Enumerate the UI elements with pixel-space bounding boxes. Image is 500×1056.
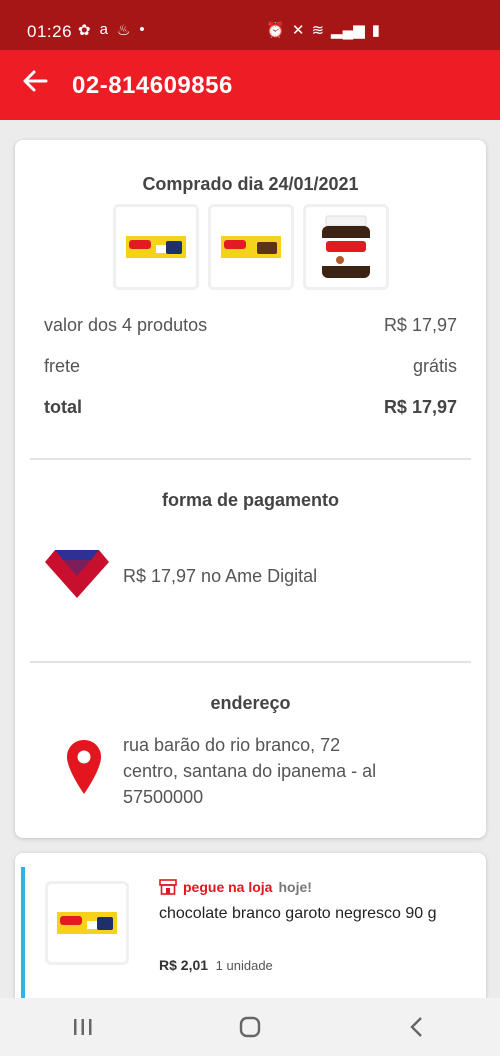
recent-apps-icon[interactable] [53, 1007, 113, 1047]
product-thumb-garoto-branco[interactable] [113, 204, 199, 290]
app-bar: 02-814609856 [0, 50, 500, 120]
home-icon[interactable] [220, 1007, 280, 1047]
shipping-label: frete [44, 356, 81, 376]
address-line-3: 57500000 [123, 787, 204, 807]
products-value-label: valor dos 4 produtos [44, 315, 208, 335]
order-id-title: 02-814609856 [72, 72, 233, 99]
shipping-row: frete grátis [44, 356, 457, 377]
garoto-bar-image [126, 236, 186, 258]
order-summary-card: Comprado dia 24/01/2021 valor dos 4 prod… [15, 140, 486, 838]
purchase-date: Comprado dia 24/01/2021 [142, 174, 359, 194]
address-title: endereço [210, 693, 291, 713]
notification-icons: ✿ a ♨ • [78, 21, 145, 39]
total-row: total R$ 17,97 [44, 397, 457, 418]
payment-title: forma de pagamento [161, 490, 340, 510]
amazon-icon: a [99, 21, 108, 38]
garoto-bar-image [221, 236, 281, 258]
products-value-row: valor dos 4 produtos R$ 17,97 [44, 315, 457, 336]
total-value: R$ 17,97 [383, 397, 457, 417]
system-icons: ⏰ ✕ ≋ ▂▄▆ ▮ [266, 21, 380, 39]
product-thumb-nutella[interactable] [303, 204, 389, 290]
store-icon [159, 879, 177, 895]
alarm-icon: ⏰ [266, 22, 285, 39]
location-pin-icon [67, 740, 101, 794]
item-price-line: R$ 2,01 1 unidade [159, 957, 273, 973]
total-label: total [44, 397, 82, 417]
products-value-amount: R$ 17,97 [383, 315, 457, 335]
store-pickup-info: pegue na loja hoje! [159, 879, 312, 895]
signal-icon: ▂▄▆ [331, 22, 365, 39]
ame-digital-logo-icon [45, 550, 109, 598]
item-quantity: 1 unidade [215, 958, 273, 973]
system-nav-bar [0, 998, 500, 1056]
product-thumbnails [113, 204, 389, 290]
wifi-icon: ≋ [311, 22, 325, 39]
address-line-2: centro, santana do ipanema - al [123, 761, 377, 781]
address-line-1: rua barão do rio branco, 72 [123, 735, 341, 755]
nutella-jar-image [322, 215, 370, 278]
item-price: R$ 2,01 [159, 957, 209, 973]
pickup-label: pegue na loja [183, 879, 273, 895]
mute-icon: ✕ [291, 22, 305, 39]
notification-icon: ✿ [78, 22, 91, 39]
back-arrow-icon[interactable] [22, 68, 52, 102]
product-thumb-garoto-bar[interactable] [208, 204, 294, 290]
shipping-value: grátis [412, 356, 457, 376]
item-product-image [45, 881, 129, 965]
divider [30, 661, 471, 663]
item-name: chocolate branco garoto negresco 90 g [159, 905, 437, 922]
divider [30, 458, 471, 460]
pickup-when: hoje! [278, 879, 312, 895]
address-text: rua barão do rio branco, 72 centro, sant… [123, 732, 376, 810]
garoto-bar-image [57, 912, 117, 934]
app-notification-icon: ♨ [116, 22, 131, 39]
status-time: 01:26 [27, 22, 73, 41]
payment-text: R$ 17,97 no Ame Digital [123, 566, 318, 586]
dot-icon: • [139, 21, 145, 38]
back-nav-icon[interactable] [387, 1007, 447, 1047]
battery-icon: ▮ [371, 22, 380, 39]
